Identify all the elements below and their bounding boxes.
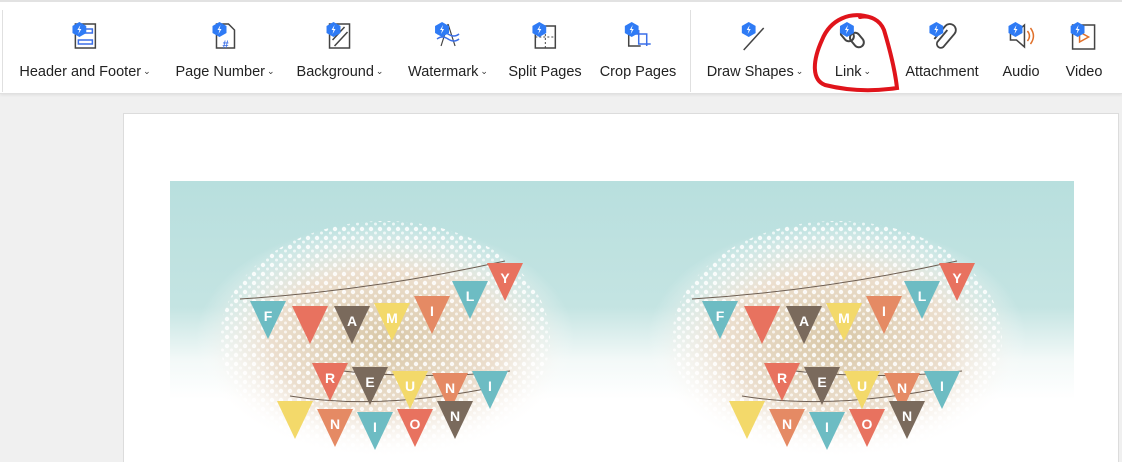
page-number-button[interactable]: # Page Number ⌄ xyxy=(175,10,275,90)
draw-shapes-button[interactable]: Draw Shapes ⌄ xyxy=(706,10,804,90)
attachment-button[interactable]: Attachment xyxy=(905,10,979,90)
flag-letter: N xyxy=(450,408,460,424)
flag-letter: N xyxy=(902,408,912,424)
audio-button[interactable]: Audio xyxy=(1002,10,1040,90)
flag-letter: Y xyxy=(952,270,962,286)
flag-letter: O xyxy=(410,416,421,432)
divider xyxy=(690,10,691,92)
chevron-down-icon: ⌄ xyxy=(143,66,151,76)
premium-badge-icon xyxy=(327,22,341,37)
link-button[interactable]: Link ⌄ xyxy=(835,10,871,90)
premium-badge-icon xyxy=(1070,22,1085,37)
watermark-icon xyxy=(431,14,465,54)
watermark-button[interactable]: Watermark ⌄ xyxy=(408,10,488,90)
background-icon xyxy=(323,14,357,54)
flag-letter: R xyxy=(325,370,335,386)
background-button[interactable]: Background ⌄ xyxy=(296,10,384,90)
flag-letter: R xyxy=(777,370,787,386)
split-pages-label: Split Pages xyxy=(508,64,582,80)
crop-pages-icon xyxy=(621,14,655,54)
chevron-down-icon: ⌄ xyxy=(480,66,488,76)
video-label: Video xyxy=(1065,64,1103,80)
flag-letter: I xyxy=(882,303,886,319)
flag-letter: M xyxy=(838,310,850,326)
flag-letter: F xyxy=(716,308,725,324)
flag-letter: L xyxy=(918,288,927,304)
background-label: Background xyxy=(296,64,374,80)
premium-badge-icon xyxy=(840,22,854,37)
flag-letter: I xyxy=(940,378,944,394)
flag-letter: I xyxy=(373,419,377,435)
audio-icon xyxy=(1004,14,1038,54)
flag-letter: I xyxy=(825,419,829,435)
draw-shapes-label: Draw Shapes xyxy=(706,64,794,80)
premium-badge-icon xyxy=(435,22,449,37)
flag-letter: N xyxy=(897,380,907,396)
header-and-footer-label: Header and Footer xyxy=(19,64,142,80)
flag-letter: A xyxy=(347,313,357,329)
chevron-down-icon: ⌄ xyxy=(863,66,872,76)
video-button[interactable]: Video xyxy=(1065,10,1103,90)
document-image-left: F A M I L Y R E U N I N I O N xyxy=(170,181,622,461)
premium-badge-icon xyxy=(531,22,546,37)
draw-shapes-icon xyxy=(738,14,772,54)
document-image-right: F A M I L Y R E U N I N I O N xyxy=(622,181,1074,461)
flag-letter: N xyxy=(445,380,455,396)
toolbar: Header and Footer ⌄ # Page Number ⌄ Backgroun… xyxy=(0,0,1122,94)
premium-badge-icon xyxy=(1008,22,1022,37)
attachment-label: Attachment xyxy=(905,64,979,80)
flag-letter: Y xyxy=(500,270,510,286)
split-pages-button[interactable]: Split Pages xyxy=(508,10,582,90)
page-number-icon: # xyxy=(208,14,242,54)
flag-letter: N xyxy=(782,416,792,432)
divider xyxy=(2,10,3,92)
header-and-footer-button[interactable]: Header and Footer ⌄ xyxy=(19,10,151,90)
link-icon xyxy=(836,14,870,54)
flag-letter: L xyxy=(466,288,475,304)
flag-letter: E xyxy=(365,374,374,390)
crop-pages-button[interactable]: Crop Pages xyxy=(599,10,677,90)
svg-text:#: # xyxy=(222,39,228,51)
flag-letter: E xyxy=(817,374,826,390)
premium-badge-icon xyxy=(742,22,756,37)
crop-pages-label: Crop Pages xyxy=(599,64,677,80)
premium-badge-icon xyxy=(71,22,86,37)
flag-letter: I xyxy=(488,378,492,394)
premium-badge-icon xyxy=(929,22,943,37)
page-number-label: Page Number xyxy=(175,64,265,80)
flag-letter: I xyxy=(430,303,434,319)
watermark-label: Watermark xyxy=(408,64,479,80)
attachment-icon xyxy=(925,14,959,54)
flag-letter: A xyxy=(799,313,809,329)
premium-badge-icon xyxy=(211,22,226,37)
document-page: F A M I L Y R E U N I N I O N F A M I L Y R E U N I N I O N xyxy=(123,113,1119,462)
header-footer-icon xyxy=(68,14,102,54)
video-icon xyxy=(1067,14,1101,54)
audio-label: Audio xyxy=(1002,64,1040,80)
flag-letter: U xyxy=(405,378,415,394)
premium-badge-icon xyxy=(624,22,639,37)
chevron-down-icon: ⌄ xyxy=(795,66,804,76)
split-pages-icon xyxy=(528,14,562,54)
flag-letter: O xyxy=(862,416,873,432)
flag-letter: N xyxy=(330,416,340,432)
chevron-down-icon: ⌄ xyxy=(266,66,275,76)
flag-letter: F xyxy=(264,308,273,324)
flag-letter: M xyxy=(386,310,398,326)
link-label: Link xyxy=(834,64,862,80)
chevron-down-icon: ⌄ xyxy=(375,66,384,76)
flag-letter: U xyxy=(857,378,867,394)
